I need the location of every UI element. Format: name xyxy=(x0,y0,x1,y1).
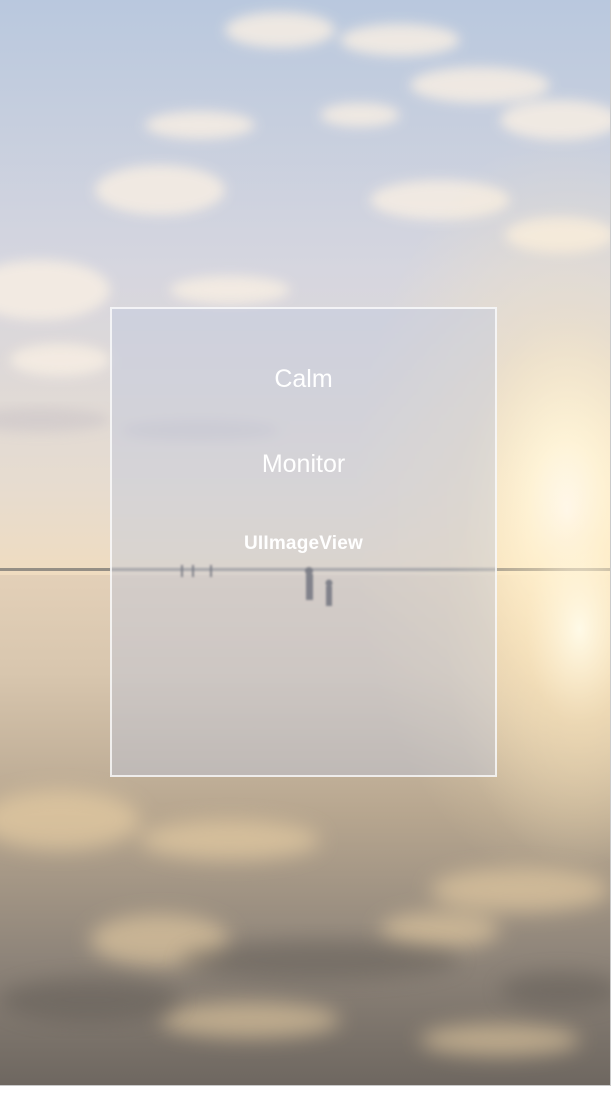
caption-label: UIImageView xyxy=(243,533,364,554)
title-label: Calm xyxy=(274,365,333,393)
image-view-panel: Calm Monitor UIImageView xyxy=(110,307,497,777)
subtitle-label: Monitor xyxy=(261,450,346,478)
app-screen: Calm Monitor UIImageView xyxy=(0,0,611,1086)
